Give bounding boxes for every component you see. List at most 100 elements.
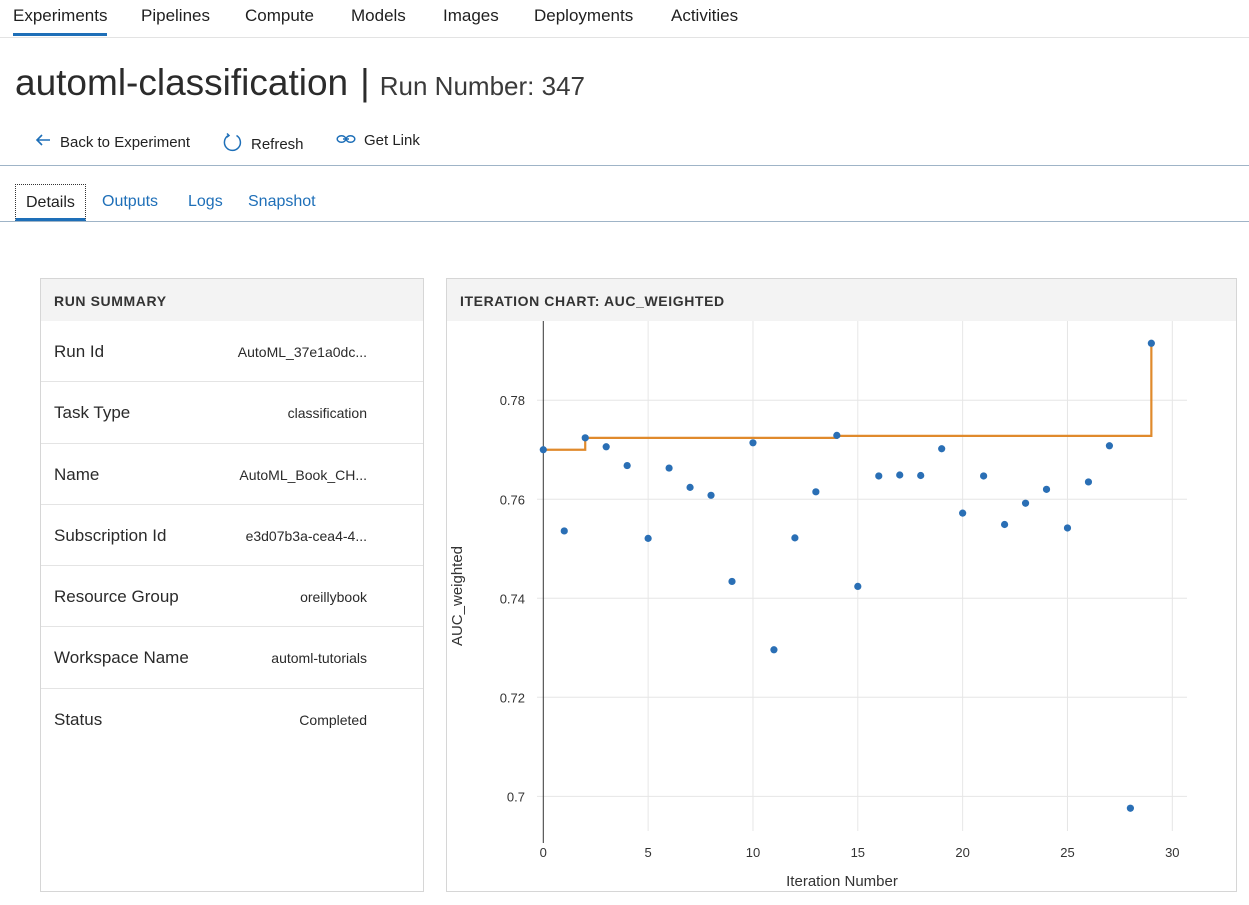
summary-label: Workspace Name (54, 648, 189, 668)
best-run-line (543, 343, 1153, 451)
nav-deployments[interactable]: Deployments (534, 6, 633, 26)
data-point (644, 534, 652, 542)
summary-value: e3d07b3a-cea4-4... (245, 527, 367, 544)
iteration-chart-panel: ITERATION CHART: AUC_WEIGHTED 0.7 0.72 0.7… (446, 278, 1237, 892)
y-tick-label: 0.7 (507, 789, 525, 804)
data-point (728, 577, 736, 586)
summary-label: Run Id (54, 342, 105, 361)
data-point (560, 527, 568, 535)
summary-value: AutoML_37e1a0dc... (237, 344, 367, 360)
summary-row-task-type: Task Type classification (41, 382, 423, 444)
x-tick-label: 30 (1165, 845, 1179, 860)
iteration-chart[interactable]: 0.7 0.72 0.74 0.76 0.78 0 5 10 15 20 25 30 Iterati… (447, 321, 1236, 891)
summary-label: Subscription Id (54, 525, 167, 545)
data-point (707, 491, 715, 499)
data-point (539, 446, 547, 454)
summary-row-resource-group: Resource Group oreillybook (41, 566, 423, 628)
toolbar: Back to Experiment Refresh Get Link (0, 127, 1249, 166)
best-line-path (543, 343, 1153, 451)
tab-details[interactable]: Details (15, 184, 86, 221)
data-point (602, 443, 610, 451)
back-label: Back to Experiment (60, 133, 191, 151)
summary-value: classification (287, 405, 367, 422)
y-tick-label: 0.74 (500, 591, 525, 606)
refresh-icon (222, 132, 251, 157)
tab-bar: Details Outputs Logs Snapshot (0, 184, 1249, 222)
data-point (1063, 524, 1072, 532)
x-tick-label: 0 (540, 845, 547, 860)
x-tick-label: 10 (746, 845, 760, 860)
nav-images[interactable]: Images (443, 6, 499, 26)
data-point (959, 509, 967, 517)
summary-label: Status (54, 709, 103, 729)
data-points (539, 339, 1155, 812)
data-point (833, 431, 841, 439)
data-point (854, 582, 862, 590)
summary-value: automl-tutorials (271, 650, 367, 667)
summary-value: AutoML_Book_CH... (239, 466, 367, 483)
x-axis: 0 5 10 15 20 25 30 (540, 845, 1180, 860)
page-title: automl-classification | Run Number: 347 (15, 62, 585, 104)
data-point (1084, 478, 1093, 486)
arrow-left-icon (34, 132, 60, 152)
tab-snapshot[interactable]: Snapshot (248, 184, 316, 221)
nav-experiments[interactable]: Experiments (13, 6, 108, 36)
data-point (896, 471, 904, 479)
summary-row-status: Status Completed (41, 689, 423, 750)
get-link-label: Get Link (364, 132, 420, 149)
data-point (1147, 339, 1155, 347)
summary-rows: Run Id AutoML_37e1a0dc... Task Type clas… (41, 321, 423, 750)
summary-label: Name (54, 464, 100, 484)
summary-label: Resource Group (54, 587, 179, 607)
data-point (875, 472, 883, 480)
y-tick-label: 0.76 (500, 492, 525, 507)
data-point (665, 464, 673, 472)
top-nav: Experiments Pipelines Compute Models Ima… (0, 0, 1249, 38)
summary-value: Completed (299, 711, 367, 728)
data-point (980, 472, 988, 480)
data-point (938, 445, 946, 453)
y-tick-label: 0.78 (500, 393, 525, 408)
data-point (1000, 520, 1009, 529)
tab-logs[interactable]: Logs (188, 184, 223, 221)
refresh-button[interactable]: Refresh (222, 132, 304, 157)
title-separator: | (360, 62, 370, 103)
tab-outputs[interactable]: Outputs (102, 184, 158, 221)
data-point (791, 534, 799, 542)
data-point (749, 439, 757, 447)
x-axis-label: Iteration Number (786, 873, 898, 890)
experiment-name: automl-classification (15, 62, 349, 103)
run-number: Run Number: 347 (379, 71, 585, 101)
summary-label: Task Type (54, 403, 131, 423)
x-tick-label: 15 (851, 845, 865, 860)
data-point (770, 646, 778, 654)
data-point (581, 434, 589, 442)
summary-value: oreillybook (300, 589, 367, 606)
get-link-button[interactable]: Get Link (336, 132, 420, 149)
data-point (1021, 499, 1030, 507)
y-tick-label: 0.72 (500, 690, 525, 705)
data-point (1105, 442, 1114, 450)
nav-pipelines[interactable]: Pipelines (141, 6, 210, 26)
x-tick-label: 25 (1060, 845, 1074, 860)
link-icon (336, 132, 364, 149)
data-point (1042, 485, 1051, 493)
nav-activities[interactable]: Activities (671, 6, 738, 26)
nav-models[interactable]: Models (351, 6, 406, 26)
x-tick-label: 20 (955, 845, 969, 860)
nav-compute[interactable]: Compute (245, 6, 314, 26)
data-point (623, 461, 631, 470)
back-to-experiment-button[interactable]: Back to Experiment (34, 132, 190, 152)
y-axis: 0.7 0.72 0.74 0.76 0.78 (500, 393, 525, 804)
data-point (812, 488, 820, 496)
summary-row-name: Name AutoML_Book_CH... (41, 444, 423, 505)
chart-title: ITERATION CHART: AUC_WEIGHTED (447, 279, 1236, 321)
chart-grid (537, 321, 1187, 843)
run-summary-panel: RUN SUMMARY Run Id AutoML_37e1a0dc... Ta… (40, 278, 424, 892)
x-tick-label: 5 (645, 845, 652, 860)
summary-row-subscription-id: Subscription Id e3d07b3a-cea4-4... (41, 505, 423, 567)
data-point (917, 471, 925, 480)
data-point (1126, 804, 1134, 812)
refresh-label: Refresh (251, 136, 304, 153)
summary-row-workspace-name: Workspace Name automl-tutorials (41, 627, 423, 689)
